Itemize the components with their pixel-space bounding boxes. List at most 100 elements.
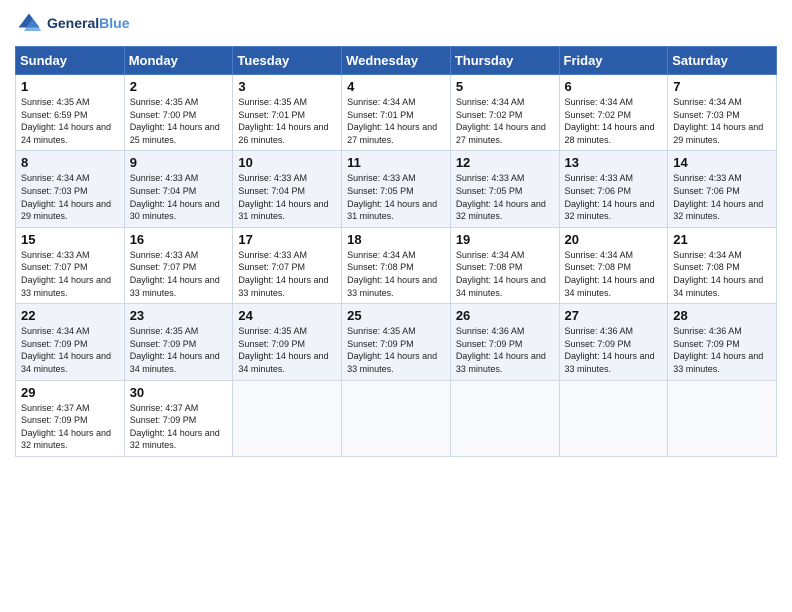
day-info: Sunrise: 4:34 AMSunset: 7:08 PMDaylight:… <box>347 249 445 299</box>
weekday-header-monday: Monday <box>124 47 233 75</box>
weekday-header-friday: Friday <box>559 47 668 75</box>
day-cell: 2 Sunrise: 4:35 AMSunset: 7:00 PMDayligh… <box>124 75 233 151</box>
day-cell <box>450 380 559 456</box>
day-number: 9 <box>130 155 228 170</box>
day-number: 2 <box>130 79 228 94</box>
day-cell: 5 Sunrise: 4:34 AMSunset: 7:02 PMDayligh… <box>450 75 559 151</box>
day-info: Sunrise: 4:34 AMSunset: 7:09 PMDaylight:… <box>21 325 119 375</box>
day-number: 18 <box>347 232 445 247</box>
weekday-header-saturday: Saturday <box>668 47 777 75</box>
day-cell: 19 Sunrise: 4:34 AMSunset: 7:08 PMDaylig… <box>450 227 559 303</box>
week-row-1: 1 Sunrise: 4:35 AMSunset: 6:59 PMDayligh… <box>16 75 777 151</box>
day-number: 27 <box>565 308 663 323</box>
day-number: 28 <box>673 308 771 323</box>
day-cell <box>559 380 668 456</box>
day-info: Sunrise: 4:35 AMSunset: 7:01 PMDaylight:… <box>238 96 336 146</box>
day-number: 1 <box>21 79 119 94</box>
day-info: Sunrise: 4:34 AMSunset: 7:08 PMDaylight:… <box>456 249 554 299</box>
day-info: Sunrise: 4:35 AMSunset: 7:00 PMDaylight:… <box>130 96 228 146</box>
day-info: Sunrise: 4:33 AMSunset: 7:05 PMDaylight:… <box>347 172 445 222</box>
day-number: 17 <box>238 232 336 247</box>
day-cell: 11 Sunrise: 4:33 AMSunset: 7:05 PMDaylig… <box>342 151 451 227</box>
page-header: GeneralBlue <box>15 10 777 38</box>
day-info: Sunrise: 4:36 AMSunset: 7:09 PMDaylight:… <box>565 325 663 375</box>
day-info: Sunrise: 4:33 AMSunset: 7:05 PMDaylight:… <box>456 172 554 222</box>
week-row-3: 15 Sunrise: 4:33 AMSunset: 7:07 PMDaylig… <box>16 227 777 303</box>
day-number: 25 <box>347 308 445 323</box>
day-info: Sunrise: 4:33 AMSunset: 7:07 PMDaylight:… <box>238 249 336 299</box>
day-info: Sunrise: 4:35 AMSunset: 7:09 PMDaylight:… <box>347 325 445 375</box>
weekday-header-wednesday: Wednesday <box>342 47 451 75</box>
day-number: 16 <box>130 232 228 247</box>
day-info: Sunrise: 4:34 AMSunset: 7:02 PMDaylight:… <box>456 96 554 146</box>
day-info: Sunrise: 4:36 AMSunset: 7:09 PMDaylight:… <box>673 325 771 375</box>
day-info: Sunrise: 4:34 AMSunset: 7:03 PMDaylight:… <box>673 96 771 146</box>
day-number: 29 <box>21 385 119 400</box>
day-cell: 18 Sunrise: 4:34 AMSunset: 7:08 PMDaylig… <box>342 227 451 303</box>
day-cell <box>668 380 777 456</box>
day-info: Sunrise: 4:33 AMSunset: 7:06 PMDaylight:… <box>673 172 771 222</box>
weekday-header-sunday: Sunday <box>16 47 125 75</box>
day-cell: 24 Sunrise: 4:35 AMSunset: 7:09 PMDaylig… <box>233 304 342 380</box>
day-number: 20 <box>565 232 663 247</box>
day-info: Sunrise: 4:33 AMSunset: 7:06 PMDaylight:… <box>565 172 663 222</box>
day-info: Sunrise: 4:36 AMSunset: 7:09 PMDaylight:… <box>456 325 554 375</box>
day-number: 3 <box>238 79 336 94</box>
day-cell: 1 Sunrise: 4:35 AMSunset: 6:59 PMDayligh… <box>16 75 125 151</box>
day-info: Sunrise: 4:33 AMSunset: 7:04 PMDaylight:… <box>130 172 228 222</box>
day-number: 11 <box>347 155 445 170</box>
day-cell: 15 Sunrise: 4:33 AMSunset: 7:07 PMDaylig… <box>16 227 125 303</box>
logo: GeneralBlue <box>15 10 129 38</box>
day-cell: 6 Sunrise: 4:34 AMSunset: 7:02 PMDayligh… <box>559 75 668 151</box>
day-cell: 13 Sunrise: 4:33 AMSunset: 7:06 PMDaylig… <box>559 151 668 227</box>
day-number: 13 <box>565 155 663 170</box>
day-cell: 10 Sunrise: 4:33 AMSunset: 7:04 PMDaylig… <box>233 151 342 227</box>
day-number: 4 <box>347 79 445 94</box>
week-row-2: 8 Sunrise: 4:34 AMSunset: 7:03 PMDayligh… <box>16 151 777 227</box>
day-cell <box>233 380 342 456</box>
day-info: Sunrise: 4:33 AMSunset: 7:07 PMDaylight:… <box>130 249 228 299</box>
day-info: Sunrise: 4:35 AMSunset: 7:09 PMDaylight:… <box>130 325 228 375</box>
day-number: 7 <box>673 79 771 94</box>
day-cell: 21 Sunrise: 4:34 AMSunset: 7:08 PMDaylig… <box>668 227 777 303</box>
day-info: Sunrise: 4:37 AMSunset: 7:09 PMDaylight:… <box>130 402 228 452</box>
day-cell: 7 Sunrise: 4:34 AMSunset: 7:03 PMDayligh… <box>668 75 777 151</box>
day-cell: 22 Sunrise: 4:34 AMSunset: 7:09 PMDaylig… <box>16 304 125 380</box>
weekday-header-row: SundayMondayTuesdayWednesdayThursdayFrid… <box>16 47 777 75</box>
day-cell <box>342 380 451 456</box>
day-number: 8 <box>21 155 119 170</box>
day-info: Sunrise: 4:35 AMSunset: 7:09 PMDaylight:… <box>238 325 336 375</box>
day-info: Sunrise: 4:34 AMSunset: 7:01 PMDaylight:… <box>347 96 445 146</box>
day-info: Sunrise: 4:34 AMSunset: 7:02 PMDaylight:… <box>565 96 663 146</box>
day-cell: 16 Sunrise: 4:33 AMSunset: 7:07 PMDaylig… <box>124 227 233 303</box>
day-cell: 12 Sunrise: 4:33 AMSunset: 7:05 PMDaylig… <box>450 151 559 227</box>
day-info: Sunrise: 4:33 AMSunset: 7:04 PMDaylight:… <box>238 172 336 222</box>
day-cell: 17 Sunrise: 4:33 AMSunset: 7:07 PMDaylig… <box>233 227 342 303</box>
day-number: 26 <box>456 308 554 323</box>
day-number: 30 <box>130 385 228 400</box>
day-cell: 30 Sunrise: 4:37 AMSunset: 7:09 PMDaylig… <box>124 380 233 456</box>
day-number: 10 <box>238 155 336 170</box>
day-number: 23 <box>130 308 228 323</box>
day-cell: 14 Sunrise: 4:33 AMSunset: 7:06 PMDaylig… <box>668 151 777 227</box>
day-info: Sunrise: 4:33 AMSunset: 7:07 PMDaylight:… <box>21 249 119 299</box>
day-info: Sunrise: 4:34 AMSunset: 7:08 PMDaylight:… <box>565 249 663 299</box>
day-cell: 25 Sunrise: 4:35 AMSunset: 7:09 PMDaylig… <box>342 304 451 380</box>
day-cell: 8 Sunrise: 4:34 AMSunset: 7:03 PMDayligh… <box>16 151 125 227</box>
day-cell: 23 Sunrise: 4:35 AMSunset: 7:09 PMDaylig… <box>124 304 233 380</box>
day-cell: 26 Sunrise: 4:36 AMSunset: 7:09 PMDaylig… <box>450 304 559 380</box>
calendar-table: SundayMondayTuesdayWednesdayThursdayFrid… <box>15 46 777 457</box>
day-cell: 29 Sunrise: 4:37 AMSunset: 7:09 PMDaylig… <box>16 380 125 456</box>
day-number: 22 <box>21 308 119 323</box>
logo-text: GeneralBlue <box>47 16 129 31</box>
day-cell: 28 Sunrise: 4:36 AMSunset: 7:09 PMDaylig… <box>668 304 777 380</box>
day-number: 6 <box>565 79 663 94</box>
logo-icon <box>15 10 43 38</box>
day-number: 19 <box>456 232 554 247</box>
day-number: 12 <box>456 155 554 170</box>
day-number: 24 <box>238 308 336 323</box>
day-number: 5 <box>456 79 554 94</box>
day-cell: 20 Sunrise: 4:34 AMSunset: 7:08 PMDaylig… <box>559 227 668 303</box>
day-info: Sunrise: 4:34 AMSunset: 7:03 PMDaylight:… <box>21 172 119 222</box>
weekday-header-tuesday: Tuesday <box>233 47 342 75</box>
